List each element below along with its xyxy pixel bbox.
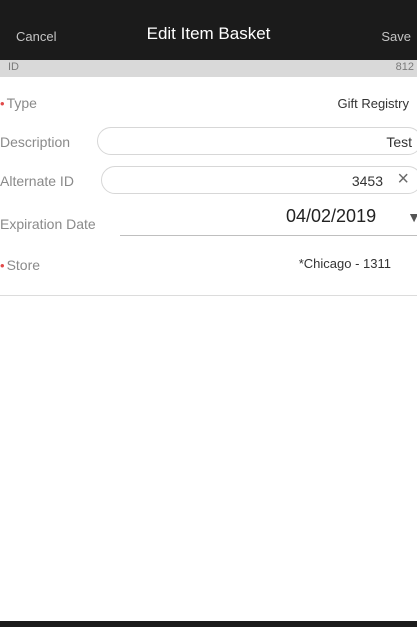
description-field[interactable]: Test [97,127,417,155]
type-value[interactable]: Gift Registry [337,96,409,111]
store-value[interactable]: *Chicago - 1311 [299,256,391,271]
save-button[interactable]: Save [381,29,411,44]
clear-icon[interactable]: × [397,168,409,190]
id-row: ID 812 [0,60,417,77]
expiration-date-field[interactable]: 04/02/2019 ▼ [120,206,417,236]
description-value: Test [386,134,412,150]
chevron-down-icon[interactable]: ▼ [407,209,417,225]
page-title: Edit Item Basket [146,24,271,43]
expiration-date-label: Expiration Date [0,216,96,232]
form-divider [0,295,417,296]
alternate-id-value: 3453 [351,173,383,189]
alternate-id-field[interactable]: 3453 × [101,166,417,194]
store-label-text: Store [6,257,41,273]
type-label-text: Type [6,95,37,111]
expiration-date-value: 04/02/2019 [286,206,377,226]
description-label: Description [0,134,71,150]
required-marker-icon: • [0,96,5,111]
id-value: 812 [395,61,414,73]
store-label: • Store [0,257,40,273]
type-label: • Type [0,95,37,111]
alternate-id-label: Alternate ID [0,173,74,189]
required-marker-icon: • [0,258,5,273]
top-nav-bar: Cancel Edit Item Basket Save [0,0,417,60]
id-label: ID [8,61,19,73]
bottom-bar [0,621,417,627]
